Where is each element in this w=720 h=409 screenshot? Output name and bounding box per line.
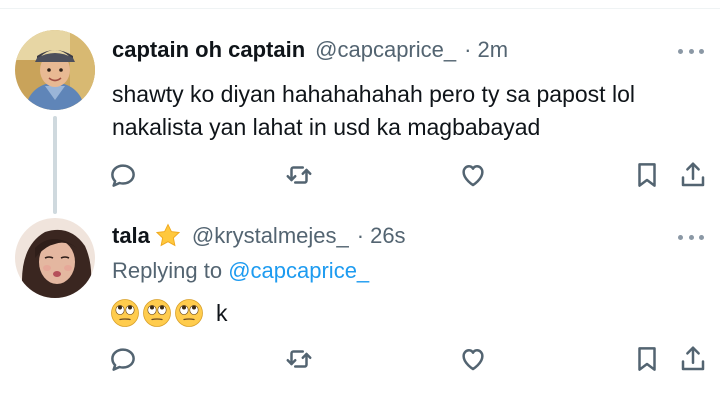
retweet-button[interactable] xyxy=(282,342,316,376)
rolling-eyes-emoji-icon xyxy=(175,299,203,327)
bookmark-button[interactable] xyxy=(630,158,664,192)
tweet-text: shawty ko diyan hahahahahah pero ty sa p… xyxy=(112,78,635,144)
tweet-header: tala @krystalmejes_ · 26s xyxy=(112,218,406,254)
tweet-text: k xyxy=(110,298,228,328)
tweet-text-content: k xyxy=(216,299,228,326)
share-icon xyxy=(681,162,705,187)
reply-icon xyxy=(111,164,135,187)
timestamp[interactable]: 2m xyxy=(477,37,508,63)
retweet-button[interactable] xyxy=(282,158,316,192)
tweet[interactable]: tala @krystalmejes_ · 26s Replying to @c… xyxy=(0,210,720,409)
share-icon xyxy=(681,346,705,371)
bookmark-icon xyxy=(638,163,656,187)
tweet[interactable]: captain oh captain @capcaprice_ · 2m sha… xyxy=(0,10,720,214)
retweet-icon xyxy=(286,166,312,184)
action-bar xyxy=(0,158,720,194)
top-divider xyxy=(0,0,720,9)
timestamp[interactable]: 26s xyxy=(370,223,405,249)
avatar[interactable] xyxy=(15,218,95,298)
bookmark-icon xyxy=(638,347,656,371)
share-button[interactable] xyxy=(676,158,710,192)
avatar[interactable] xyxy=(15,30,95,110)
rolling-eyes-emoji-icon xyxy=(111,299,139,327)
separator: · xyxy=(356,223,365,248)
rolling-eyes-emoji-icon xyxy=(143,299,171,327)
user-handle[interactable]: @krystalmejes_ xyxy=(192,223,349,249)
more-icon[interactable] xyxy=(678,46,704,56)
tweet-header: captain oh captain @capcaprice_ · 2m xyxy=(112,32,508,68)
replying-to: Replying to @capcaprice_ xyxy=(112,258,369,284)
reply-icon xyxy=(111,348,135,371)
star-icon xyxy=(155,223,181,247)
share-button[interactable] xyxy=(676,342,710,376)
display-name[interactable]: tala xyxy=(112,223,150,249)
tweet-text-line: shawty ko diyan hahahahahah pero ty sa p… xyxy=(112,81,635,107)
retweet-icon xyxy=(286,350,312,368)
replying-label: Replying to xyxy=(112,258,223,283)
reply-button[interactable] xyxy=(106,158,140,192)
mention-link[interactable]: @capcaprice_ xyxy=(228,258,369,283)
action-bar xyxy=(0,342,720,378)
like-icon xyxy=(462,165,484,187)
bookmark-button[interactable] xyxy=(630,342,664,376)
user-handle[interactable]: @capcaprice_ xyxy=(315,37,456,63)
like-button[interactable] xyxy=(456,158,490,192)
more-icon[interactable] xyxy=(678,232,704,242)
like-button[interactable] xyxy=(456,342,490,376)
separator: · xyxy=(464,37,472,62)
like-icon xyxy=(462,349,484,371)
display-name[interactable]: captain oh captain xyxy=(112,37,305,63)
tweet-text-line: nakalista yan lahat in usd ka magbabayad xyxy=(112,114,541,140)
reply-button[interactable] xyxy=(106,342,140,376)
